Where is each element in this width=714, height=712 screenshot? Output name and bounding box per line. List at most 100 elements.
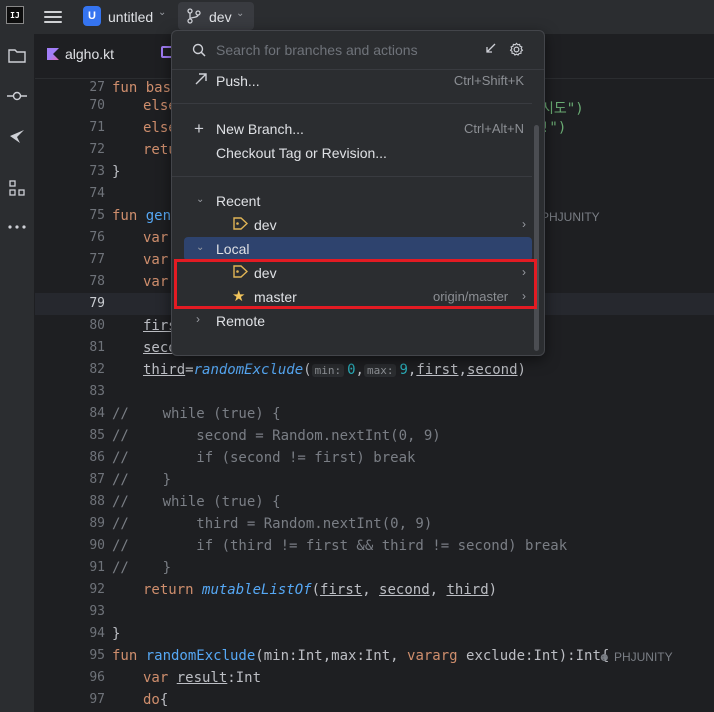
pull-requests-icon[interactable] [5,124,29,148]
commit-icon[interactable] [5,84,29,108]
branch-search-input[interactable] [216,40,466,60]
code-token: ) [488,582,498,598]
line-number: 70 [89,98,105,113]
line-number: 89 [89,516,105,531]
code-token: third [143,362,186,378]
structure-icon[interactable] [5,176,29,200]
code-token: (min:Int,max:Int, [255,648,408,664]
code-token: , [362,582,380,598]
code-token: ( [311,582,321,598]
code-token: , [458,362,467,378]
chevron-right-icon: › [196,312,200,326]
main-menu-icon[interactable] [44,8,62,24]
push-shortcut: Ctrl+Shift+K [453,73,524,88]
line-number: 92 [89,582,105,597]
checkout-tag-action[interactable]: Checkout Tag or Revision... [184,141,532,165]
code-token: fun [112,648,146,664]
project-badge[interactable]: U [83,6,101,26]
code-line: // second = Random.nextInt(0, 9) [112,428,441,444]
chevron-down-icon: ⌄ [196,242,205,253]
code-token: { [159,692,169,708]
code-line: } [112,164,121,180]
line-number: 73 [89,164,105,179]
code-token: randomExclude [145,648,256,664]
vcs-branch-widget[interactable]: dev ⌄ [178,2,254,30]
code-token: randomExclude [193,362,304,378]
code-line: } [112,626,121,642]
recent-group-header[interactable]: ⌄ Recent [184,189,532,213]
line-number: 85 [89,428,105,443]
param-hint: max: [363,364,397,377]
code-token: ( [303,362,312,378]
project-name[interactable]: untitled [108,9,153,25]
push-action[interactable]: Push... Ctrl+Shift+K [184,69,532,93]
search-icon [192,43,206,57]
line-number: 74 [89,186,105,201]
annotation-highlight-box [174,259,537,309]
tab-label: algho.kt [65,46,115,62]
code-line: do{ [143,692,168,708]
line-number: 81 [89,340,105,355]
line-number: 80 [89,318,105,333]
code-line: fun base [112,80,179,96]
code-line: var result:Int [143,670,261,686]
code-token: 9 [399,362,408,378]
title-bar: IJ U untitled ⌄ dev ⌄ [0,0,714,34]
code-author-hint[interactable]: ☻ PHJUNITY [598,650,673,664]
tab-algho-kt[interactable]: algho.kt [47,46,114,62]
kotlin-file-icon [47,48,59,60]
line-number: 86 [89,450,105,465]
code-line: // if (second != first) break [112,450,416,466]
code-author-hint[interactable]: PHJUNITY [541,210,600,224]
more-tools-icon[interactable] [5,215,29,239]
local-group-header[interactable]: ⌄ Local [184,237,532,261]
code-token: second [379,582,430,598]
gear-icon[interactable] [509,42,524,57]
code-line: fun randomExclude(min:Int,max:Int, varar… [112,648,609,664]
new-branch-action[interactable]: + New Branch... Ctrl+Alt+N [184,117,532,141]
intellij-logo-icon[interactable]: IJ [6,6,24,24]
new-branch-shortcut: Ctrl+Alt+N [464,121,524,136]
code-token: second [466,362,518,378]
vcs-branch-label: dev [209,9,232,25]
separator [172,103,532,104]
line-number: 94 [89,626,105,641]
code-line: // } [112,560,172,576]
remote-label: Remote [216,313,266,329]
code-token: first [320,582,363,598]
code-line: var [143,252,168,268]
chevron-down-icon[interactable]: ⌄ [158,7,166,18]
chevron-right-icon: › [522,217,526,231]
checkout-label: Checkout Tag or Revision... [216,145,387,161]
remote-group-header[interactable]: › Remote [184,309,532,333]
author-name: PHJUNITY [613,650,673,664]
code-token: do [143,692,160,708]
code-token: , [355,362,364,378]
line-number: 82 [89,362,105,377]
line-number: 87 [89,472,105,487]
line-number: 91 [89,560,105,575]
tag-icon [233,217,249,233]
line-number: 95 [89,648,105,663]
code-token: , [429,582,447,598]
tool-window-strip [0,34,35,712]
line-number: 79 [89,296,105,311]
code-token: third [446,582,489,598]
line-number: 75 [89,208,105,223]
code-token: :Int [227,670,262,686]
code-line: // } [112,472,172,488]
plus-icon: + [194,119,204,138]
new-branch-label: New Branch... [216,121,304,137]
person-icon: ☻ [598,650,614,664]
code-line: // third = Random.nextInt(0, 9) [112,516,433,532]
code-line: // if (third != first && third != second… [112,538,568,554]
chevron-down-icon: ⌄ [236,8,245,19]
collapse-icon[interactable] [483,42,497,56]
recent-branch-dev[interactable]: dev › [184,213,532,237]
project-folder-icon[interactable] [5,44,29,68]
code-token: var [143,230,169,246]
popup-scrollbar[interactable] [534,125,539,351]
line-number: 78 [89,274,105,289]
local-label: Local [216,241,250,257]
line-number: 84 [89,406,105,421]
